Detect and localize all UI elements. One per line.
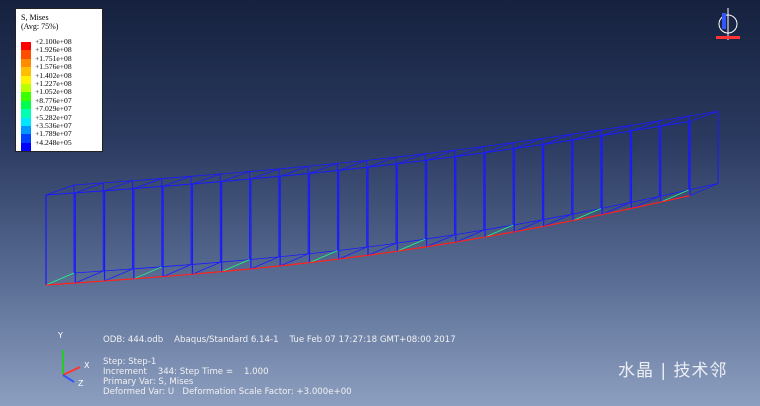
view-compass-icon[interactable]: [716, 8, 740, 40]
legend-swatch: [21, 75, 31, 84]
legend-label: +4.248e+05: [35, 137, 72, 147]
legend-swatches: [21, 42, 32, 152]
primary-var-info: Primary Var: S, Mises: [103, 377, 194, 387]
legend-labels: +2.100e+08 +1.926e+08 +1.751e+08 +1.576e+08…: [35, 37, 72, 147]
triad-x-label: X: [84, 361, 90, 370]
legend-swatch: [21, 67, 31, 76]
legend-swatch: [21, 125, 31, 135]
triad-z-label: Z: [78, 379, 84, 388]
legend-swatch: [21, 92, 31, 101]
legend-swatch: [21, 134, 31, 143]
odb-info: ODB: 444.odb Abaqus/Standard 6.14-1 Tue …: [103, 335, 456, 345]
beam-mesh: [45, 110, 719, 286]
increment-info: Increment 344: Step Time = 1.000: [103, 367, 269, 377]
axis-triad: [62, 350, 81, 383]
legend-swatch: [21, 117, 31, 126]
stress-legend: S, Mises (Avg: 75%) +2.100e+08 +1.926e+08…: [15, 8, 103, 152]
deformed-var-info: Deformed Var: U Deformation Scale Factor…: [103, 387, 352, 397]
legend-swatch: [21, 100, 31, 110]
legend-title: S, Mises: [21, 13, 49, 22]
legend-swatch: [21, 109, 31, 118]
triad-y-label: Y: [58, 331, 63, 340]
legend-swatch: [21, 42, 31, 51]
legend-swatch: [21, 50, 31, 59]
legend-swatch: [21, 142, 31, 152]
legend-swatch: [21, 58, 31, 68]
legend-swatch: [21, 83, 31, 93]
legend-subtitle: (Avg: 75%): [21, 22, 59, 31]
watermark-text: 水晶 | 技术邻: [618, 361, 728, 381]
step-info: Step: Step-1: [103, 357, 157, 367]
